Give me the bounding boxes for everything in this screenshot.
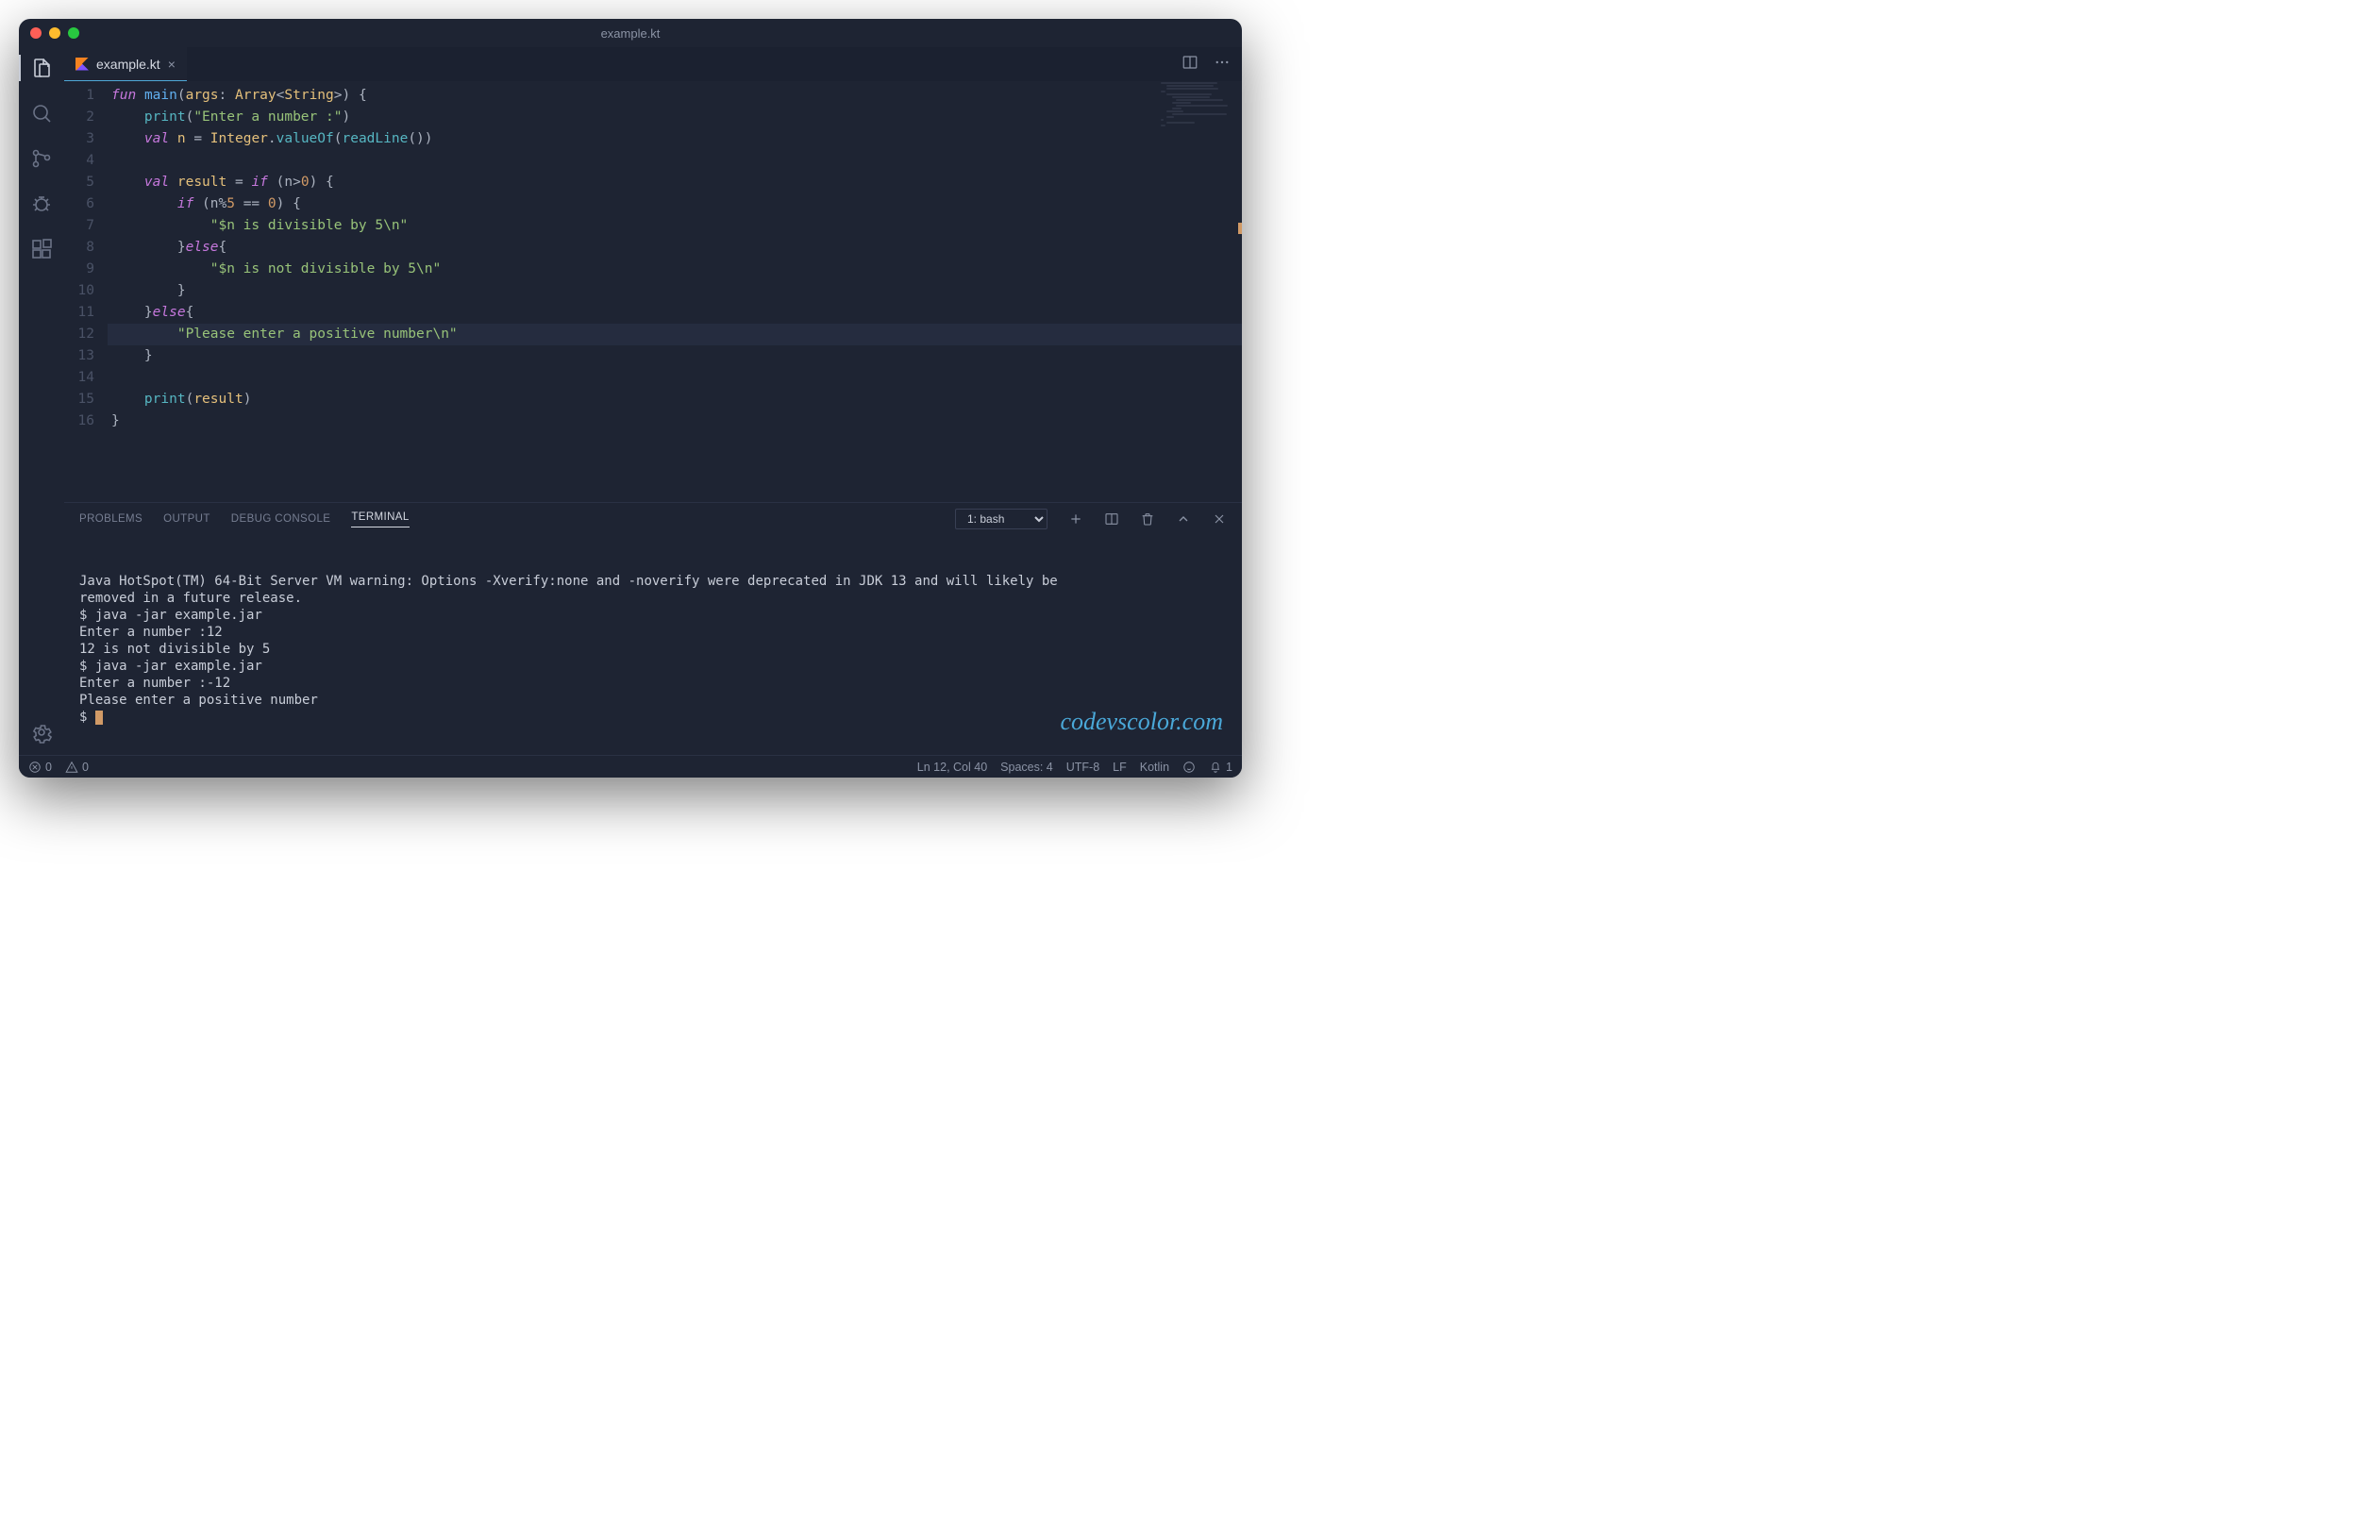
terminal-output[interactable]: Java HotSpot(TM) 64-Bit Server VM warnin… — [64, 535, 1242, 755]
minimize-window-button[interactable] — [49, 27, 60, 39]
panel-tab-problems[interactable]: PROBLEMS — [79, 513, 142, 525]
extensions-icon[interactable] — [28, 236, 55, 262]
status-encoding[interactable]: UTF-8 — [1066, 761, 1099, 774]
search-icon[interactable] — [28, 100, 55, 126]
window-title: example.kt — [19, 26, 1242, 41]
code-content[interactable]: fun main(args: Array<String>) { print("E… — [108, 81, 1242, 502]
status-language[interactable]: Kotlin — [1140, 761, 1169, 774]
more-actions-icon[interactable] — [1214, 54, 1231, 75]
window-controls — [30, 27, 79, 39]
tab-example-kt[interactable]: example.kt × — [64, 47, 187, 81]
bottom-panel: PROBLEMS OUTPUT DEBUG CONSOLE TERMINAL 1… — [64, 502, 1242, 755]
editor-window: example.kt — [19, 19, 1242, 778]
status-bar: 0 0 Ln 12, Col 40 Spaces: 4 UTF-8 LF Kot… — [19, 755, 1242, 778]
line-number-gutter: 12345678910111213141516 — [64, 81, 108, 502]
panel-tab-output[interactable]: OUTPUT — [163, 513, 210, 525]
titlebar: example.kt — [19, 19, 1242, 47]
status-indentation[interactable]: Spaces: 4 — [1000, 761, 1053, 774]
split-editor-icon[interactable] — [1182, 54, 1198, 75]
kotlin-file-icon — [75, 58, 89, 71]
tab-label: example.kt — [96, 57, 160, 72]
maximize-panel-icon[interactable] — [1176, 511, 1191, 527]
activity-bar — [19, 47, 64, 755]
panel-tab-terminal[interactable]: TERMINAL — [351, 511, 409, 527]
status-eol[interactable]: LF — [1113, 761, 1127, 774]
code-editor[interactable]: 12345678910111213141516 fun main(args: A… — [64, 81, 1242, 502]
status-errors[interactable]: 0 — [28, 761, 52, 774]
explorer-icon[interactable] — [19, 55, 64, 81]
kill-terminal-icon[interactable] — [1140, 511, 1155, 527]
panel-tab-bar: PROBLEMS OUTPUT DEBUG CONSOLE TERMINAL 1… — [64, 503, 1242, 535]
scroll-marker — [1238, 223, 1242, 234]
status-feedback-icon[interactable] — [1182, 761, 1196, 774]
tab-bar: example.kt × — [64, 47, 1242, 81]
close-tab-icon[interactable]: × — [168, 57, 176, 72]
panel-tab-debug-console[interactable]: DEBUG CONSOLE — [231, 513, 331, 525]
settings-gear-icon[interactable] — [28, 719, 55, 745]
terminal-shell-selector[interactable]: 1: bash — [955, 509, 1048, 529]
maximize-window-button[interactable] — [68, 27, 79, 39]
new-terminal-icon[interactable] — [1068, 511, 1083, 527]
watermark: codevscolor.com — [1060, 713, 1223, 730]
close-panel-icon[interactable] — [1212, 511, 1227, 527]
source-control-icon[interactable] — [28, 145, 55, 172]
debug-icon[interactable] — [28, 191, 55, 217]
status-warnings[interactable]: 0 — [65, 761, 89, 774]
status-notifications[interactable]: 1 — [1209, 761, 1232, 774]
editor-area: example.kt × 12345678910111213141516 fun… — [64, 47, 1242, 755]
main-area: example.kt × 12345678910111213141516 fun… — [19, 47, 1242, 755]
status-cursor-position[interactable]: Ln 12, Col 40 — [917, 761, 987, 774]
close-window-button[interactable] — [30, 27, 42, 39]
split-terminal-icon[interactable] — [1104, 511, 1119, 527]
